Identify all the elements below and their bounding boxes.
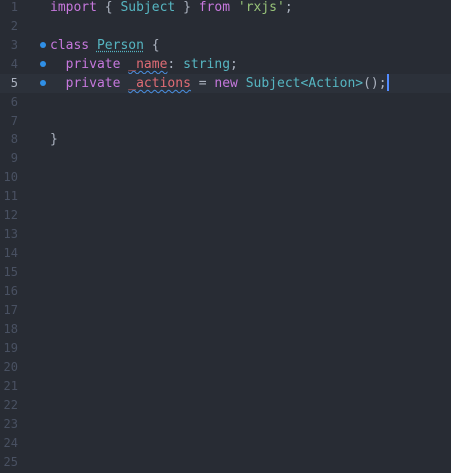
punctuation: { bbox=[96, 0, 121, 15]
code-editor[interactable]: 1 import { Subject } from 'rxjs'; 2 3 cl… bbox=[0, 0, 451, 473]
code-line[interactable]: 8 } bbox=[0, 130, 451, 149]
code-line[interactable]: 12 bbox=[0, 206, 451, 225]
text-cursor bbox=[386, 74, 389, 91]
code-line[interactable]: 3 class Person { bbox=[0, 36, 451, 55]
code-text[interactable]: } bbox=[50, 130, 58, 149]
semicolon: ; bbox=[230, 57, 238, 72]
class-keyword: class bbox=[50, 38, 90, 53]
code-line[interactable]: 17 bbox=[0, 301, 451, 320]
line-number: 5 bbox=[10, 76, 18, 90]
line-number: 2 bbox=[10, 19, 18, 33]
code-line[interactable]: 13 bbox=[0, 225, 451, 244]
line-number: 3 bbox=[10, 38, 18, 52]
punctuation: : bbox=[167, 57, 184, 72]
line-number: 14 bbox=[3, 246, 18, 260]
line-number: 11 bbox=[3, 189, 18, 203]
code-line[interactable]: 9 bbox=[0, 149, 451, 168]
line-number: 19 bbox=[3, 341, 18, 355]
line-number: 12 bbox=[3, 208, 18, 222]
code-line[interactable]: 24 bbox=[0, 434, 451, 453]
call-parens: (); bbox=[363, 76, 387, 91]
code-line[interactable]: 16 bbox=[0, 282, 451, 301]
punctuation: } bbox=[175, 0, 199, 15]
code-line[interactable]: 10 bbox=[0, 168, 451, 187]
code-line[interactable]: 23 bbox=[0, 415, 451, 434]
line-number: 6 bbox=[10, 95, 18, 109]
punctuation: = bbox=[190, 76, 215, 91]
private-keyword: private bbox=[65, 76, 121, 91]
line-number: 1 bbox=[10, 0, 18, 14]
code-text[interactable]: private _name: string; bbox=[50, 55, 238, 74]
class-name: Person bbox=[96, 38, 144, 53]
import-keyword: import bbox=[50, 0, 97, 15]
field-name: _name bbox=[128, 57, 168, 72]
code-line[interactable]: 1 import { Subject } from 'rxjs'; bbox=[0, 0, 451, 17]
closing-brace: } bbox=[50, 132, 58, 147]
code-text[interactable]: import { Subject } from 'rxjs'; bbox=[50, 0, 293, 17]
line-number: 8 bbox=[10, 132, 18, 146]
semicolon: ; bbox=[284, 0, 293, 15]
breakpoint-dot-icon[interactable] bbox=[40, 42, 46, 48]
line-number: 23 bbox=[3, 417, 18, 431]
line-number: 18 bbox=[3, 322, 18, 336]
field-name: _actions bbox=[128, 76, 191, 91]
code-line[interactable]: 19 bbox=[0, 339, 451, 358]
new-keyword: new bbox=[214, 76, 238, 91]
line-number: 24 bbox=[3, 436, 18, 450]
line-number: 7 bbox=[10, 114, 18, 128]
breakpoint-dot-icon[interactable] bbox=[40, 61, 46, 67]
punctuation: { bbox=[143, 38, 160, 53]
line-number: 22 bbox=[3, 398, 18, 412]
code-line[interactable]: 14 bbox=[0, 244, 451, 263]
code-line[interactable]: 20 bbox=[0, 358, 451, 377]
imported-subject: Subject bbox=[120, 0, 176, 15]
line-number: 15 bbox=[3, 265, 18, 279]
code-line[interactable]: 7 bbox=[0, 112, 451, 131]
line-number: 17 bbox=[3, 303, 18, 317]
private-keyword: private bbox=[65, 57, 121, 72]
line-number: 16 bbox=[3, 284, 18, 298]
code-line[interactable]: 22 bbox=[0, 396, 451, 415]
code-line[interactable]: 25 bbox=[0, 453, 451, 472]
line-number: 13 bbox=[3, 227, 18, 241]
code-line[interactable]: 4 private _name: string; bbox=[0, 55, 451, 74]
code-line[interactable]: 15 bbox=[0, 263, 451, 282]
line-number: 25 bbox=[3, 455, 18, 469]
code-text[interactable]: private _actions = new Subject<Action>()… bbox=[50, 74, 389, 93]
code-line[interactable]: 6 bbox=[0, 93, 451, 112]
generic-type: Subject<Action> bbox=[245, 76, 364, 91]
code-line-active[interactable]: 5 private _actions = new Subject<Action>… bbox=[0, 74, 451, 93]
code-line[interactable]: 2 bbox=[0, 17, 451, 36]
breakpoint-dot-icon[interactable] bbox=[40, 80, 46, 86]
line-number: 9 bbox=[10, 151, 18, 165]
line-number: 10 bbox=[3, 170, 18, 184]
code-line[interactable]: 11 bbox=[0, 187, 451, 206]
from-keyword: from bbox=[198, 0, 231, 15]
line-number: 20 bbox=[3, 360, 18, 374]
code-text[interactable]: class Person { bbox=[50, 36, 160, 55]
line-number: 21 bbox=[3, 379, 18, 393]
code-line[interactable]: 21 bbox=[0, 377, 451, 396]
type-name: string bbox=[183, 57, 231, 72]
module-string: 'rxjs' bbox=[237, 0, 285, 15]
code-line[interactable]: 18 bbox=[0, 320, 451, 339]
line-number: 4 bbox=[10, 57, 18, 71]
